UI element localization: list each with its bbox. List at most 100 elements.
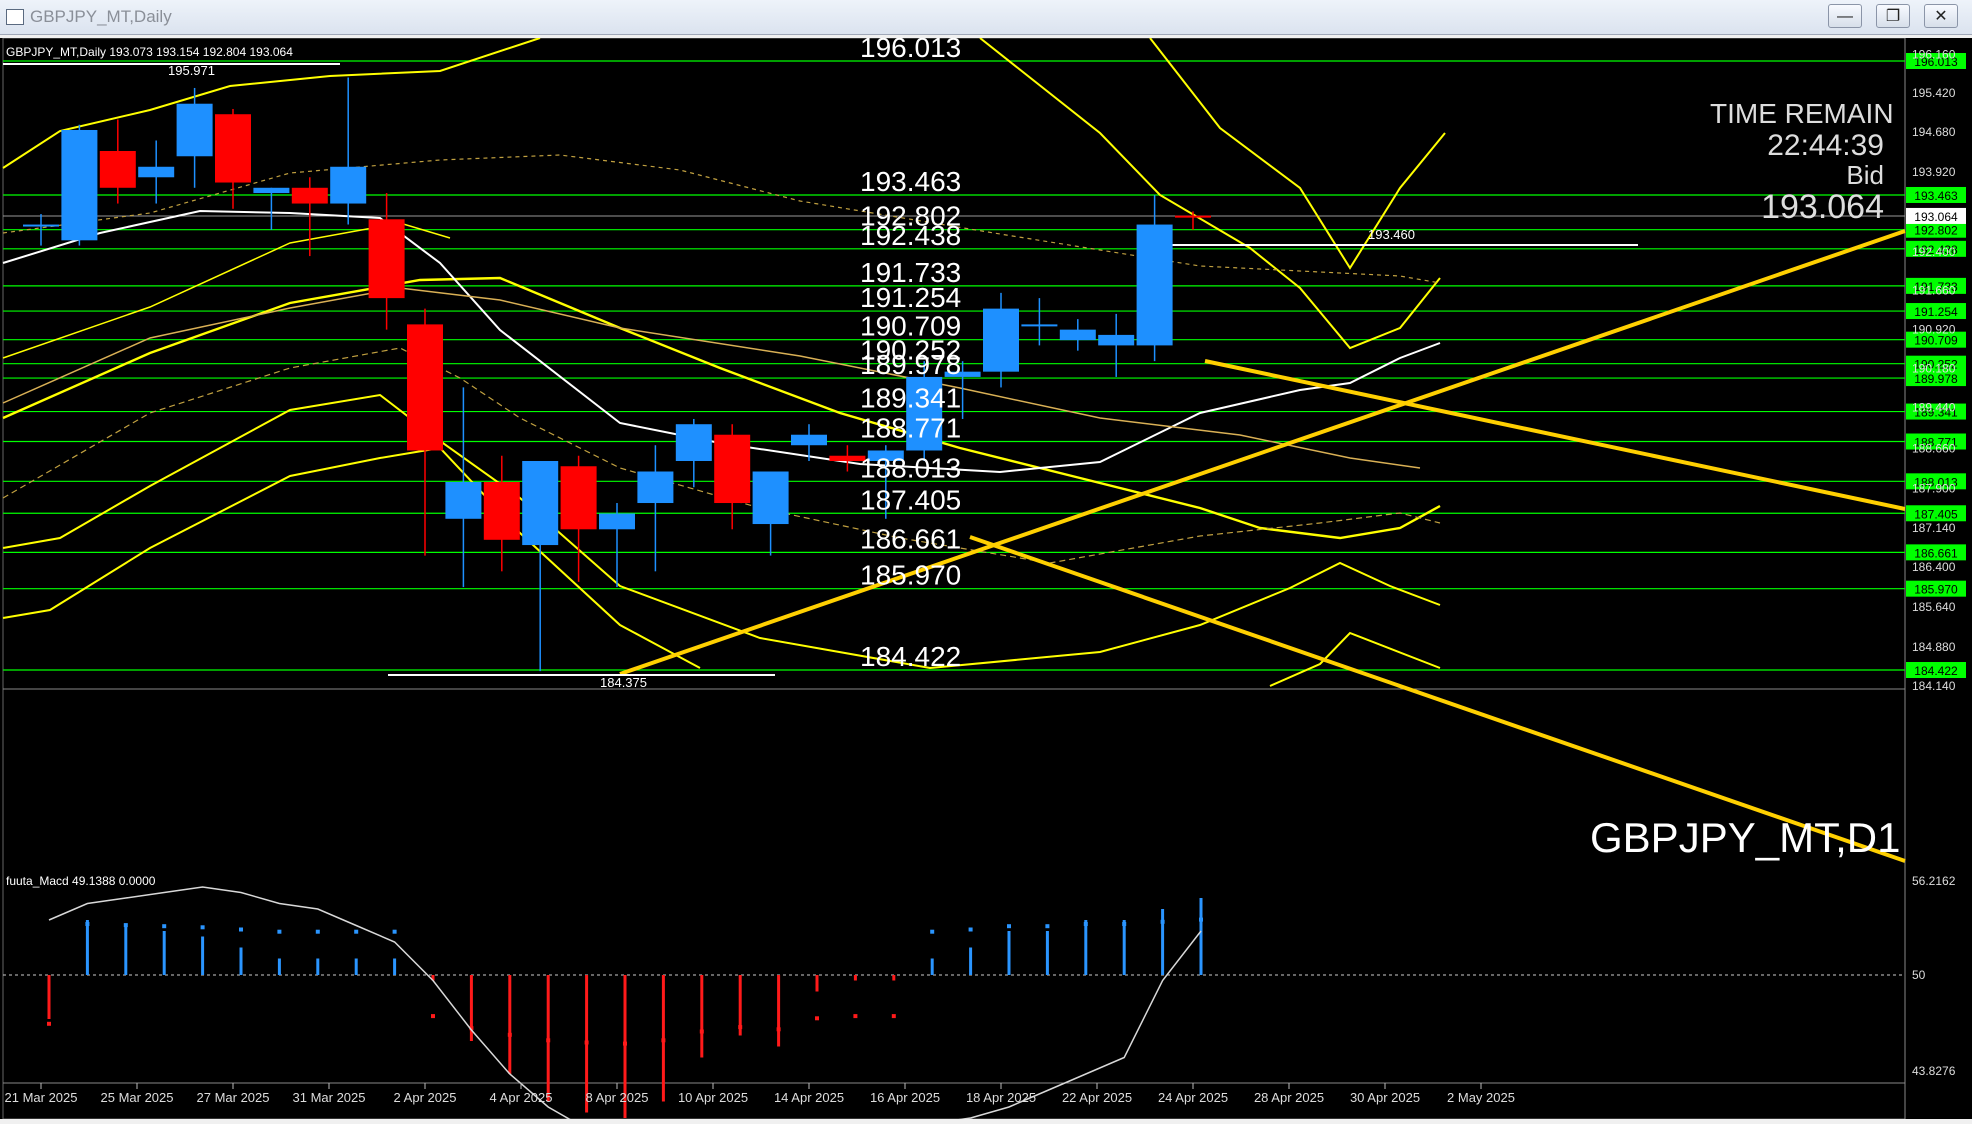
- symbol-ohlc-label: GBPJPY_MT,Daily 193.073 193.154 192.804 …: [6, 45, 293, 59]
- candle-body: [407, 324, 443, 451]
- date-axis-label: 22 Apr 2025: [1062, 1090, 1132, 1105]
- date-axis-label: 31 Mar 2025: [293, 1090, 366, 1105]
- window-title: GBPJPY_MT,Daily: [30, 7, 172, 26]
- macd-signal-dot: [623, 1041, 627, 1046]
- date-axis-label: 27 Mar 2025: [197, 1090, 270, 1105]
- candle-body: [599, 513, 635, 530]
- macd-signal-dot: [1160, 919, 1165, 924]
- close-button[interactable]: ✕: [1924, 4, 1958, 28]
- lower-falling-trendline: [969, 535, 1906, 863]
- macd-bars: [3, 886, 1905, 1124]
- level-label: 189.341: [860, 383, 961, 414]
- price-axis-tick: 196.160: [1912, 47, 1956, 61]
- date-axis-label: 21 Mar 2025: [5, 1090, 78, 1105]
- candle-body: [675, 424, 712, 461]
- bid-label: Bid: [1846, 160, 1884, 190]
- restore-button[interactable]: ❐: [1876, 4, 1910, 28]
- level-label: 191.254: [860, 282, 961, 313]
- price-axis-tick: 190.920: [1912, 323, 1956, 337]
- macd-signal-dot: [1083, 922, 1088, 926]
- symbol-watermark: GBPJPY_MT,D1: [1590, 814, 1901, 861]
- level-price-tag-text: 185.970: [1914, 583, 1958, 597]
- macd-signal-dot: [891, 1014, 896, 1019]
- macd-signal-dot: [392, 929, 397, 934]
- macd-signal-dot: [85, 922, 90, 926]
- macd-signal-dot: [507, 1032, 512, 1037]
- macd-signal-dot: [315, 929, 320, 934]
- minimize-button[interactable]: —: [1828, 4, 1862, 28]
- price-axis-tick: 186.400: [1912, 560, 1956, 574]
- macd-signal-dot: [431, 1014, 435, 1019]
- date-axis-label: 14 Apr 2025: [774, 1090, 844, 1105]
- time-remain-title: TIME REMAIN: [1710, 98, 1894, 129]
- price-axis-tick: 185.640: [1912, 600, 1956, 614]
- candle-body: [253, 187, 290, 194]
- macd-signal-dot: [661, 1038, 666, 1043]
- candle-body: [791, 434, 827, 446]
- macd-signal-dot: [546, 1038, 551, 1043]
- level-label: 196.013: [860, 38, 961, 63]
- rising-trendline: [619, 229, 1906, 676]
- candle-body: [61, 129, 98, 241]
- high-marker-label: 195.971: [168, 63, 215, 78]
- lower-band-far: [1269, 631, 1441, 687]
- date-axis-label: 18 Apr 2025: [966, 1090, 1036, 1105]
- date-axis-label: 8 Apr 2025: [586, 1090, 649, 1105]
- time-remain-value: 22:44:39: [1767, 129, 1884, 162]
- candle-body: [23, 224, 59, 227]
- level-label: 189.978: [860, 349, 961, 380]
- chart-window-icon: [6, 9, 24, 25]
- price-axis-tick: 188.660: [1912, 441, 1956, 455]
- chart-window[interactable]: 196.013 196.013 193.463 193.463 192.802 192.8…: [0, 32, 1972, 1124]
- candle-body: [752, 471, 789, 525]
- candle-body: [215, 114, 251, 183]
- macd-signal-dot: [1007, 924, 1011, 929]
- date-axis-label: 16 Apr 2025: [870, 1090, 940, 1105]
- candle-body: [522, 460, 559, 546]
- candle-body: [983, 308, 1019, 372]
- price-axis-tick: 190.180: [1912, 361, 1956, 375]
- macd-signal-dot: [123, 923, 128, 928]
- candle-body: [445, 482, 482, 519]
- price-axis-tick: 187.900: [1912, 481, 1956, 495]
- macd-signal-dot: [277, 929, 282, 934]
- level-price-tag-text: 192.802: [1914, 224, 1958, 238]
- macd-signal-dot: [354, 929, 359, 934]
- macd-signal-dot: [776, 1027, 781, 1032]
- candle-body: [1098, 334, 1135, 346]
- candle-body: [560, 466, 597, 530]
- macd-signal-dot: [699, 1029, 704, 1034]
- date-axis-label: 25 Mar 2025: [101, 1090, 174, 1105]
- date-axis-label: 24 Apr 2025: [1158, 1090, 1228, 1105]
- price-axis-tick: 187.140: [1912, 521, 1956, 535]
- candle-body: [330, 166, 367, 204]
- macd-signal-dot: [200, 925, 205, 930]
- level-price-tag-text: 191.254: [1914, 305, 1958, 319]
- macd-signal-dot: [815, 1016, 819, 1021]
- candle-body: [714, 434, 751, 504]
- candle-body: [368, 219, 405, 299]
- price-chart-svg[interactable]: 196.013 196.013193.463 193.463192.802 192.8…: [0, 32, 1972, 1124]
- macd-signal-dot: [1199, 917, 1203, 922]
- candle-body: [138, 166, 175, 178]
- macd-axis-mid: 50: [1912, 968, 1926, 982]
- macd-signal-dot: [738, 1025, 743, 1030]
- candle-body: [1175, 215, 1211, 218]
- macd-axis-bottom: 43.8276: [1912, 1064, 1956, 1078]
- macd-signal-dot: [853, 1014, 858, 1019]
- macd-signal-dot: [968, 927, 973, 932]
- level-price-tag-text: 184.422: [1914, 664, 1958, 678]
- price-axis-tick: 195.420: [1912, 86, 1956, 100]
- price-axis-tick: 192.400: [1912, 245, 1956, 259]
- candle-body: [483, 482, 520, 540]
- date-axis-label: 28 Apr 2025: [1254, 1090, 1324, 1105]
- macd-signal-dot: [584, 1040, 589, 1045]
- bid-value: 193.064: [1761, 188, 1884, 226]
- price-axis-tick: 184.140: [1912, 679, 1956, 693]
- last-high-marker-label: 193.460: [1368, 227, 1415, 242]
- level-label: 186.661: [860, 523, 961, 554]
- macd-signal-dot: [1122, 922, 1127, 926]
- level-price-tag-text: 193.463: [1914, 189, 1958, 203]
- price-axis-tick: 191.660: [1912, 284, 1956, 298]
- level-price-tag-text: 186.661: [1914, 546, 1958, 560]
